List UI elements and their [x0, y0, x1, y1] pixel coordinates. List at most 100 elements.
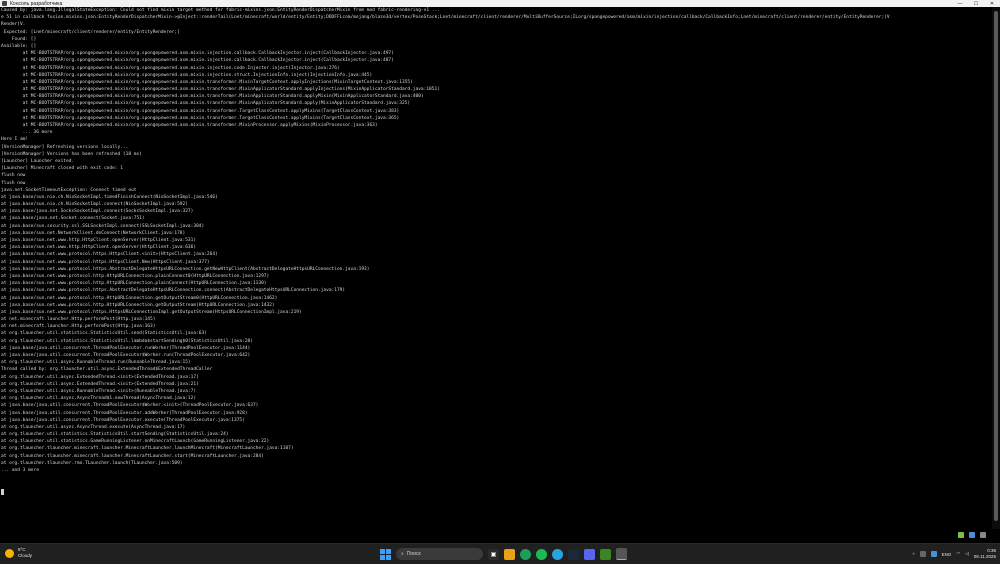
console-line: Here I am!	[1, 137, 29, 143]
console-line: at org.tlauncher.util.async.AsyncThread$…	[1, 396, 197, 402]
console-line: at MC-BOOTSTRAP/org.spongepowered.mixin/…	[1, 108, 400, 114]
console-line: Caused by: java.lang.IllegalStateExcepti…	[1, 8, 440, 13]
console-line: at MC-BOOTSTRAP/org.spongepowered.mixin/…	[1, 123, 378, 128]
tlauncher-icon[interactable]	[600, 548, 611, 560]
tray-overflow-icon[interactable]: ^	[913, 552, 915, 557]
wifi-icon[interactable]: ◠	[956, 551, 960, 557]
console-line: at java.base/java.util.concurrent.Thread…	[1, 345, 251, 351]
console-line: Render)V.	[1, 22, 26, 28]
console-line: at java.base/sun.security.ssl.SSLSocketI…	[1, 223, 205, 229]
console-line: at MC-BOOTSTRAP/org.spongepowered.mixin/…	[1, 72, 373, 78]
console-prompt[interactable]	[1, 488, 993, 496]
console-line: at MC-BOOTSTRAP/org.spongepowered.mixin/…	[1, 58, 394, 64]
taskbar: 8°C Cloudy ⌕ Поиск ▣ ^ ENG ◠ ◁ 0:36 08.1…	[0, 543, 1000, 564]
console-line: at java.base/sun.net.www.protocol.https.…	[1, 252, 218, 258]
console-line: Available: []	[1, 43, 37, 49]
window-titlebar[interactable]: Консоль разработчика — ☐ ✕	[0, 0, 1000, 7]
console-line: at java.base/sun.net.www.http.HttpClient…	[1, 238, 197, 243]
console-line: at MC-BOOTSTRAP/org.spongepowered.mixin/…	[1, 79, 413, 85]
console-line: at java.base/sun.nio.ch.NioSocketImpl.ti…	[1, 194, 218, 200]
console-line: at java.base/java.util.concurrent.Thread…	[1, 353, 251, 358]
console-line: at org.tlauncher.util.async.RunnableThre…	[1, 360, 191, 366]
console-app-icon	[2, 1, 7, 6]
console-line: at MC-BOOTSTRAP/org.spongepowered.mixin/…	[1, 87, 440, 93]
telegram-icon[interactable]	[552, 548, 563, 560]
console-line: flush now	[1, 180, 26, 186]
console-line: at org.tlauncher.util.statistics.Statist…	[1, 432, 229, 438]
file-explorer-icon[interactable]	[504, 548, 515, 560]
console-line: [Launcher] Launcher exited.	[1, 158, 75, 164]
system-tray: ^ ENG ◠ ◁ 0:36 08.11.2025	[913, 546, 997, 562]
clock-date: 08.11.2025	[973, 554, 996, 559]
console-line: at java.base/java.net.Socket.connect(Soc…	[1, 216, 145, 222]
console-line: Thread called by: org.tlauncher.util.asy…	[1, 367, 213, 373]
console-line: e 51 in callback fusion.mixins.json:Enti…	[1, 15, 890, 21]
console-side-icons	[958, 532, 986, 538]
console-line: Expected: [Lnet/minecraft/client/rendere…	[1, 29, 180, 35]
console-line: at org.tlauncher.util.async.RunnableThre…	[1, 388, 197, 394]
console-line: java.net.SocketTimeoutException: Connect…	[1, 187, 137, 193]
tray-app2-icon[interactable]	[930, 551, 937, 557]
download-icon[interactable]	[958, 532, 964, 538]
console-line: at org.tlauncher.tlauncher.rmo.TLauncher…	[1, 460, 183, 466]
window-controls: — ☐ ✕	[952, 0, 1000, 7]
taskbar-center: ⌕ Поиск ▣	[380, 546, 627, 562]
console-line: at java.base/sun.net.www.protocol.http.H…	[1, 295, 278, 301]
console-line: Found: []	[1, 36, 37, 42]
console-line: at org.tlauncher.util.async.ExtendedThre…	[1, 374, 199, 380]
close-button[interactable]: ✕	[984, 0, 1000, 7]
console-line: at MC-BOOTSTRAP/org.spongepowered.mixin/…	[1, 101, 411, 107]
console-line: at java.base/java.net.SocksSocketImpl.co…	[1, 209, 194, 215]
console-line: at org.tlauncher.util.async.ExtendedThre…	[1, 381, 199, 387]
window-title: Консоль разработчика	[10, 0, 63, 7]
console-line: at java.base/sun.net.www.protocol.http.H…	[1, 281, 267, 287]
console-line: at java.base/sun.net.NetworkClient.doCon…	[1, 230, 186, 236]
console-line: [VersionManager] Refreshing versions loc…	[1, 144, 129, 150]
console-line: at net.minecraft.launcher.Http.performPo…	[1, 324, 156, 330]
console-scrollbar[interactable]	[992, 7, 1000, 529]
console-line: at org.tlauncher.tlauncher.minecraft.lau…	[1, 446, 294, 452]
language-indicator[interactable]: ENG	[942, 552, 952, 557]
console-line: at org.tlauncher.util.statistics.Statist…	[1, 338, 253, 344]
settings-icon[interactable]	[980, 532, 986, 538]
console-line: flush now	[1, 173, 26, 179]
text-cursor	[1, 488, 4, 495]
console-line: at org.tlauncher.util.async.AsyncThread.…	[1, 424, 186, 430]
weather-widget[interactable]: 8°C Cloudy	[5, 547, 32, 559]
console-line: at org.tlauncher.util.statistics.Statist…	[1, 331, 207, 337]
console-line: at java.base/sun.net.www.http.HttpClient…	[1, 245, 197, 251]
tray-app-icon[interactable]	[919, 551, 926, 557]
console-line: at java.base/sun.net.www.protocol.https.…	[1, 266, 370, 272]
console-line: [VersionManager] Versions has been refre…	[1, 151, 142, 157]
weather-sun-icon	[5, 548, 14, 558]
console-line: at java.base/sun.net.www.protocol.https.…	[1, 309, 302, 315]
maximize-button[interactable]: ☐	[968, 0, 984, 7]
minimize-button[interactable]: —	[952, 0, 968, 7]
weather-condition: Cloudy	[18, 553, 33, 558]
console-line: at java.base/java.util.concurrent.Thread…	[1, 417, 245, 423]
clock[interactable]: 0:36 08.11.2025	[974, 548, 996, 560]
console-line: at MC-BOOTSTRAP/org.spongepowered.mixin/…	[1, 94, 424, 100]
console-line: at MC-BOOTSTRAP/org.spongepowered.mixin/…	[1, 51, 394, 57]
start-button[interactable]	[380, 548, 391, 560]
console-line: at org.tlauncher.tlauncher.minecraft.lau…	[1, 453, 264, 459]
volume-icon[interactable]: ◁	[965, 551, 968, 557]
console-line: at MC-BOOTSTRAP/org.spongepowered.mixin/…	[1, 115, 400, 121]
console-taskbar-icon[interactable]	[616, 548, 627, 560]
console-line: ... 36 more	[1, 130, 53, 136]
taskbar-search[interactable]: ⌕ Поиск	[396, 548, 483, 560]
console-output[interactable]: Caused by: java.lang.IllegalStateExcepti…	[0, 7, 993, 529]
console-line: at java.base/sun.nio.ch.NioSocketImpl.co…	[1, 202, 188, 208]
console-line: ... and 3 more	[1, 468, 39, 473]
console-line: at java.base/sun.net.www.protocol.http.H…	[1, 302, 275, 308]
steam-icon[interactable]	[568, 548, 579, 560]
task-view-icon[interactable]: ▣	[488, 548, 499, 560]
spotify-icon[interactable]	[536, 548, 547, 560]
scrollbar-thumb[interactable]	[994, 11, 998, 521]
chrome-icon[interactable]	[520, 548, 531, 560]
console-line: [Launcher] Minecraft closed with exit co…	[1, 166, 123, 172]
discord-icon[interactable]	[584, 548, 595, 560]
upload-icon[interactable]	[969, 532, 975, 538]
